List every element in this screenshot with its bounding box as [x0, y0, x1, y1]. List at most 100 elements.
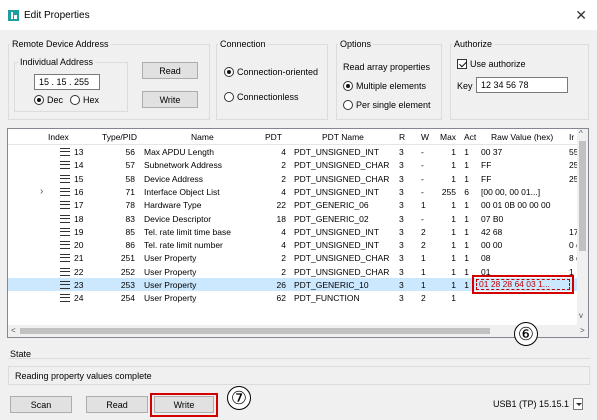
table-row[interactable]: 17 78 Hardware Type 22 PDT_GENERIC_06 3 1 1 1 00 … [8, 198, 578, 211]
read-button[interactable]: Read [86, 396, 148, 413]
act-cell: 1 [464, 240, 469, 251]
col-w[interactable]: W [421, 132, 429, 142]
w-cell: 1 [421, 253, 426, 264]
hex-radio-dot [70, 95, 80, 105]
table-row[interactable]: 21 251 User Property 2 PDT_UNSIGNED_CHAR 3 1 1 1… [8, 251, 581, 264]
per-single-element-dot [343, 100, 353, 110]
col-raw-value[interactable]: Raw Value (hex) [491, 132, 553, 142]
r-cell: 3 [399, 213, 404, 224]
multiple-elements-radio[interactable]: Multiple elements [343, 81, 426, 91]
index-cell: 17 [74, 200, 84, 211]
raw-value-cell[interactable]: 00 01 0B 00 00 00 [481, 200, 550, 210]
property-icon [60, 241, 70, 250]
read-address-button[interactable]: Read [142, 62, 198, 79]
r-cell: 3 [399, 266, 404, 277]
name-cell: Subnetwork Address [144, 160, 222, 171]
col-act[interactable]: Act [464, 132, 476, 142]
r-cell: 3 [399, 186, 404, 197]
table-row[interactable]: 19 85 Tel. rate limit time base 4 PDT_UNSIGN… [8, 225, 578, 238]
table-row[interactable]: › 16 71 Interface Object List 4 PDT_UNSIGNED_… [8, 185, 578, 198]
col-max[interactable]: Max [440, 132, 456, 142]
pdt-name-cell: PDT_UNSIGNED_INT [294, 226, 380, 237]
raw-value-cell[interactable]: FF [481, 174, 491, 184]
type-pid-cell: 78 [125, 200, 135, 211]
options-label: Options [338, 39, 374, 49]
raw-value-cell[interactable]: [00 00, 00 01...] [481, 187, 540, 197]
property-icon [60, 214, 70, 223]
w-cell: - [421, 147, 424, 157]
col-extra[interactable]: Ir [569, 132, 574, 142]
max-cell: 1 [451, 240, 456, 251]
w-cell: - [421, 160, 424, 171]
table-row[interactable]: 24 254 User Property 62 PDT_FUNCTION 3 2 1 [8, 291, 578, 304]
scan-button[interactable]: Scan [10, 396, 72, 413]
individual-address-input[interactable]: 15 . 15 . 255 [34, 74, 100, 90]
vertical-scroll-thumb[interactable] [579, 141, 586, 251]
col-index[interactable]: Index [48, 132, 69, 142]
raw-value-cell[interactable]: 07 B0 [481, 214, 503, 224]
window-title: Edit Properties [24, 10, 90, 21]
col-pdt-name[interactable]: PDT Name [322, 132, 364, 142]
pdt-name-cell: PDT_UNSIGNED_CHAR [294, 173, 390, 184]
title-bar: Edit Properties ✕ [0, 0, 597, 30]
callout-7: ⑦ [227, 386, 251, 410]
key-input[interactable]: 12 34 56 78 [476, 77, 568, 93]
raw-value-cell[interactable]: 42 68 [481, 227, 502, 237]
raw-value-cell[interactable]: FF [481, 160, 491, 170]
write-button-highlight [150, 393, 218, 417]
table-row[interactable]: 15 58 Device Address 2 PDT_UNSIGNED_CHAR 3 - 1 1… [8, 172, 578, 185]
raw-value-cell[interactable]: 08 [481, 253, 490, 263]
col-r[interactable]: R [399, 132, 405, 142]
table-row[interactable]: 20 86 Tel. rate limit number 4 PDT_UNSIGNED_… [8, 238, 581, 251]
horizontal-scrollbar[interactable]: < > [8, 325, 588, 337]
act-cell: 1 [464, 147, 469, 157]
dec-radio-dot [34, 95, 44, 105]
close-icon[interactable]: ✕ [575, 7, 587, 24]
max-cell: 1 [451, 253, 456, 264]
index-cell: 16 [74, 186, 84, 197]
name-cell: User Property [144, 253, 197, 264]
pdt-cell: 2 [281, 173, 286, 184]
scroll-up-arrow-icon[interactable]: ^ [579, 129, 583, 138]
vertical-scrollbar[interactable]: ^ v [577, 129, 588, 325]
type-pid-cell: 58 [125, 173, 135, 184]
scroll-left-arrow-icon[interactable]: < [11, 326, 16, 335]
use-authorize-checkbox[interactable]: Use authorize [457, 59, 526, 69]
hex-radio[interactable]: Hex [70, 95, 99, 105]
connectionless-radio[interactable]: Connectionless [224, 92, 299, 102]
type-pid-cell: 86 [125, 240, 135, 251]
w-cell: 2 [421, 293, 426, 304]
table-row[interactable]: 13 56 Max APDU Length 4 PDT_UNSIGNED_INT 3 - 1 1… [8, 145, 578, 158]
r-cell: 3 [399, 160, 404, 171]
w-cell: 2 [421, 240, 426, 251]
horizontal-scroll-thumb[interactable] [20, 328, 490, 334]
col-pdt[interactable]: PDT [265, 132, 282, 142]
multiple-elements-label: Multiple elements [356, 81, 427, 91]
table-row[interactable]: 14 57 Subnetwork Address 2 PDT_UNSIGNED_CHAR… [8, 158, 578, 171]
col-name[interactable]: Name [191, 132, 214, 142]
connection-oriented-radio[interactable]: Connection-oriented [224, 67, 318, 77]
hex-label: Hex [83, 95, 100, 105]
max-cell: 1 [451, 200, 456, 211]
connectionless-label: Connectionless [237, 92, 299, 102]
raw-value-cell[interactable]: 00 00 [481, 240, 502, 250]
type-pid-cell: 251 [120, 253, 135, 264]
r-cell: 3 [399, 147, 404, 157]
pdt-cell: 2 [281, 253, 286, 264]
scroll-down-arrow-icon[interactable]: v [579, 311, 583, 320]
dec-radio[interactable]: Dec [34, 95, 63, 105]
act-cell: 1 [464, 253, 469, 264]
state-separator [8, 358, 590, 359]
dropdown-icon[interactable] [573, 398, 583, 410]
remote-device-address-label: Remote Device Address [10, 39, 111, 49]
raw-value-cell[interactable]: 00 37 [481, 147, 502, 157]
scroll-right-arrow-icon[interactable]: > [580, 326, 585, 335]
per-single-element-radio[interactable]: Per single element [343, 100, 431, 110]
col-type-pid[interactable]: Type/PID [102, 132, 137, 142]
table-row[interactable]: 23 253 User Property 26 PDT_GENERIC_10 3 1 1 1 01… [8, 275, 578, 294]
expand-chevron-icon[interactable]: › [40, 186, 43, 197]
callout-6: ⑥ [514, 322, 538, 346]
write-address-button[interactable]: Write [142, 91, 198, 108]
property-table[interactable]: Index Type/PID Name PDT PDT Name R W Max… [7, 128, 589, 338]
table-row[interactable]: 18 83 Device Descriptor 18 PDT_GENERIC_02 3 - 1… [8, 212, 578, 225]
